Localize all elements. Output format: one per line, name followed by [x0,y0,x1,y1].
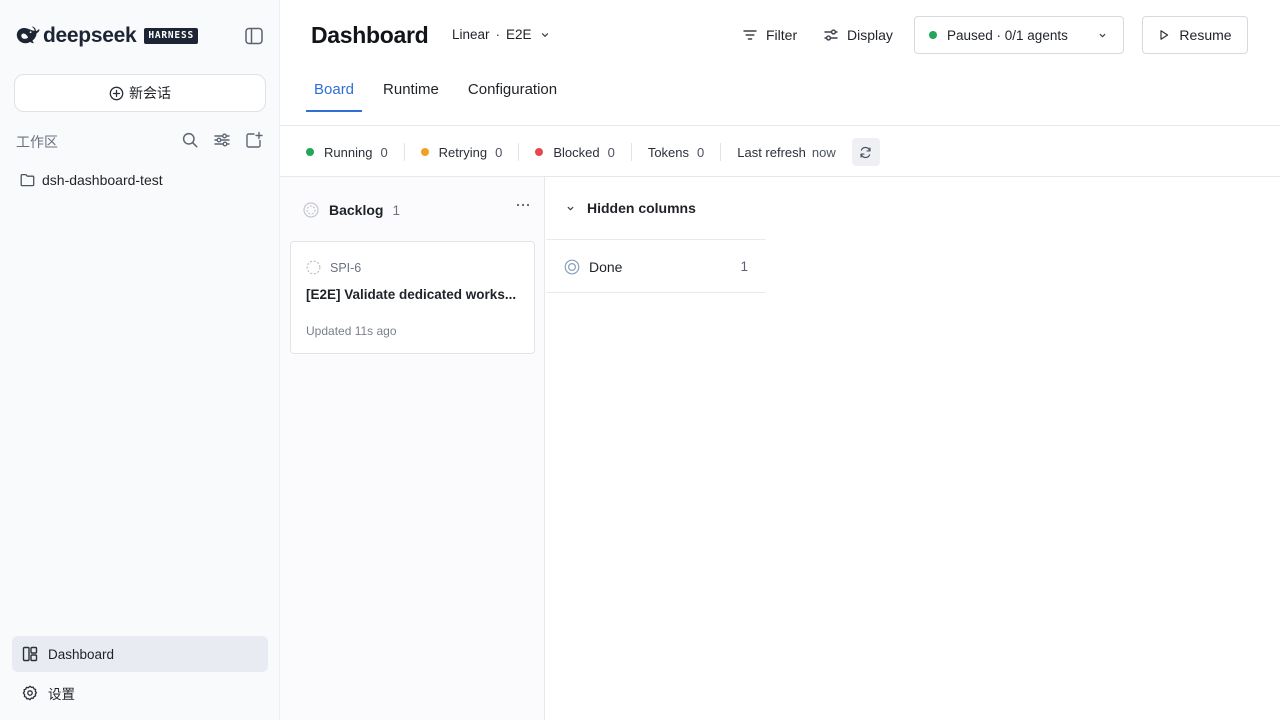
issue-status-icon [306,260,321,275]
sliders-icon [824,29,838,41]
hidden-column-done[interactable]: Done 1 [546,241,766,293]
workspace-header: 工作区 [16,131,266,151]
source-project: E2E [506,27,532,42]
hidden-columns-title: Hidden columns [587,200,696,216]
issue-id-row: SPI-6 [306,260,361,275]
stat-divider [518,143,520,161]
stat-running-value: 0 [380,144,388,160]
sidebar: deepseek HARNESS 新会话 工作区 dsh-dashboard-t… [0,0,280,720]
more-options-icon[interactable] [514,199,532,211]
stat-tokens-value: 0 [697,144,705,160]
resume-button[interactable]: Resume [1142,16,1248,54]
hidden-columns-toggle[interactable]: Hidden columns [546,177,766,240]
tab-configuration[interactable]: Configuration [460,78,565,112]
stat-divider [403,143,405,161]
refresh-button[interactable] [851,138,880,166]
running-dot [306,148,314,156]
stat-tokens-label: Tokens [647,144,690,160]
sidebar-item-settings-label: 设置 [48,687,75,702]
sidebar-toggle-icon[interactable] [244,27,264,45]
stat-last-refresh-label: Last refresh [737,144,806,160]
stat-blocked-value: 0 [607,144,615,160]
backlog-column-header: Backlog 1 [303,201,400,219]
backlog-column-count: 1 [392,202,400,218]
stat-tokens: Tokens 0 [648,138,704,166]
workspace-item-label: dsh-dashboard-test [42,172,163,188]
view-tabs: Board Runtime Configuration [306,78,578,112]
backlog-column-title: Backlog [329,202,384,218]
stat-retrying-label: Retrying [438,144,488,160]
brand-badge: HARNESS [144,28,198,44]
brand-name: deepseek [43,24,137,47]
issue-updated: Updated 11s ago [306,324,397,338]
filter-button[interactable]: Filter [742,24,797,46]
source-picker[interactable]: Linear · E2E [452,27,550,42]
whale-logo-icon [16,26,40,44]
tab-runtime[interactable]: Runtime [375,78,447,112]
stat-blocked: Blocked 0 [535,138,615,166]
display-label: Display [847,27,893,43]
refresh-icon [860,146,871,158]
stat-retrying: Retrying 0 [420,138,503,166]
stat-divider [630,143,632,161]
display-button[interactable]: Display [823,24,893,46]
agent-status-select[interactable]: Paused · 0/1 agents [914,16,1124,54]
search-icon[interactable] [181,131,199,149]
chevron-down-icon [541,32,548,37]
chevron-down-icon [1099,33,1106,38]
backlog-column: Backlog 1 SPI-6 [E2E] Validate dedicated… [280,177,545,720]
sidebar-item-dashboard[interactable]: Dashboard [12,636,268,672]
filter-icon [743,30,757,40]
hidden-column-label: Done [589,258,623,275]
new-chat-label: 新会话 [129,85,171,101]
workspace-title: 工作区 [16,134,58,150]
main-panel: Dashboard Linear · E2E Filter Display Pa… [280,0,1280,720]
stat-running: Running 0 [306,138,388,166]
issue-id: SPI-6 [330,260,362,275]
plus-circle-icon [109,86,124,100]
filter-label: Filter [766,27,798,43]
stat-retrying-value: 0 [495,144,503,160]
source-provider: Linear [452,27,490,42]
brand: deepseek HARNESS [16,24,198,48]
dashboard-icon [22,646,38,662]
stats-bar: Running 0 Retrying 0 Blocked 0 Tokens 0 … [306,138,880,166]
workspace-item[interactable]: dsh-dashboard-test [12,168,268,192]
source-separator: · [495,27,501,42]
status-dot [929,31,937,39]
tab-board[interactable]: Board [306,78,363,112]
sidebar-item-settings[interactable]: 设置 [12,675,268,711]
stat-running-label: Running [324,144,373,160]
agent-status-label: Paused · 0/1 agents [947,27,1068,43]
issue-card[interactable]: SPI-6 [E2E] Validate dedicated works... … [290,241,535,354]
done-status-icon [564,259,580,274]
tabs-divider [280,125,1280,126]
new-folder-icon[interactable] [245,131,263,149]
sliders-icon[interactable] [213,131,231,149]
chevron-down-icon [567,206,574,210]
play-icon [1160,30,1169,40]
blocked-dot [535,148,544,156]
stat-last-refresh: Last refresh now [737,138,836,166]
stat-blocked-label: Blocked [553,144,600,160]
backlog-status-icon [303,202,319,218]
retrying-dot [420,148,429,156]
gear-icon [22,685,38,701]
folder-icon [20,173,35,187]
stat-last-refresh-value: now [811,144,836,160]
hidden-column-count: 1 [740,259,748,274]
stat-divider [720,143,722,161]
new-chat-button[interactable]: 新会话 [14,74,266,112]
sidebar-item-dashboard-label: Dashboard [48,646,115,662]
issue-title: [E2E] Validate dedicated works... [306,287,517,302]
page-title: Dashboard [311,22,429,48]
resume-label: Resume [1179,27,1232,43]
